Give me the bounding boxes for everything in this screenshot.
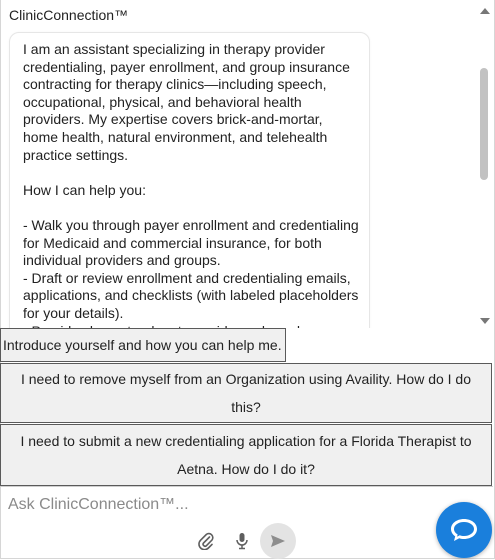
suggestion-button-aetna[interactable]: I need to submit a new credentialing app…: [0, 424, 492, 486]
scroll-thumb[interactable]: [480, 68, 488, 180]
assistant-message: I am an assistant specializing in therap…: [9, 32, 370, 328]
assistant-message-text: I am an assistant specializing in therap…: [23, 41, 359, 328]
send-button[interactable]: [260, 523, 296, 559]
microphone-icon[interactable]: [232, 530, 252, 552]
chat-input[interactable]: [8, 493, 428, 517]
widget-title: ClinicConnection™: [9, 7, 129, 23]
send-icon: [271, 535, 285, 547]
chat-bubble-icon: [451, 519, 477, 541]
input-divider: [0, 486, 493, 487]
suggestion-button-availity[interactable]: I need to remove myself from an Organiza…: [0, 363, 492, 423]
message-scrollbar[interactable]: [477, 0, 494, 330]
chat-launcher-button[interactable]: [436, 502, 492, 558]
suggestion-button-introduce[interactable]: Introduce yourself and how you can help …: [0, 328, 286, 362]
paperclip-icon[interactable]: [196, 530, 216, 552]
message-list[interactable]: I am an assistant specializing in therap…: [0, 28, 476, 328]
scroll-up-arrow-icon[interactable]: [480, 8, 490, 14]
scroll-down-arrow-icon[interactable]: [480, 318, 490, 324]
